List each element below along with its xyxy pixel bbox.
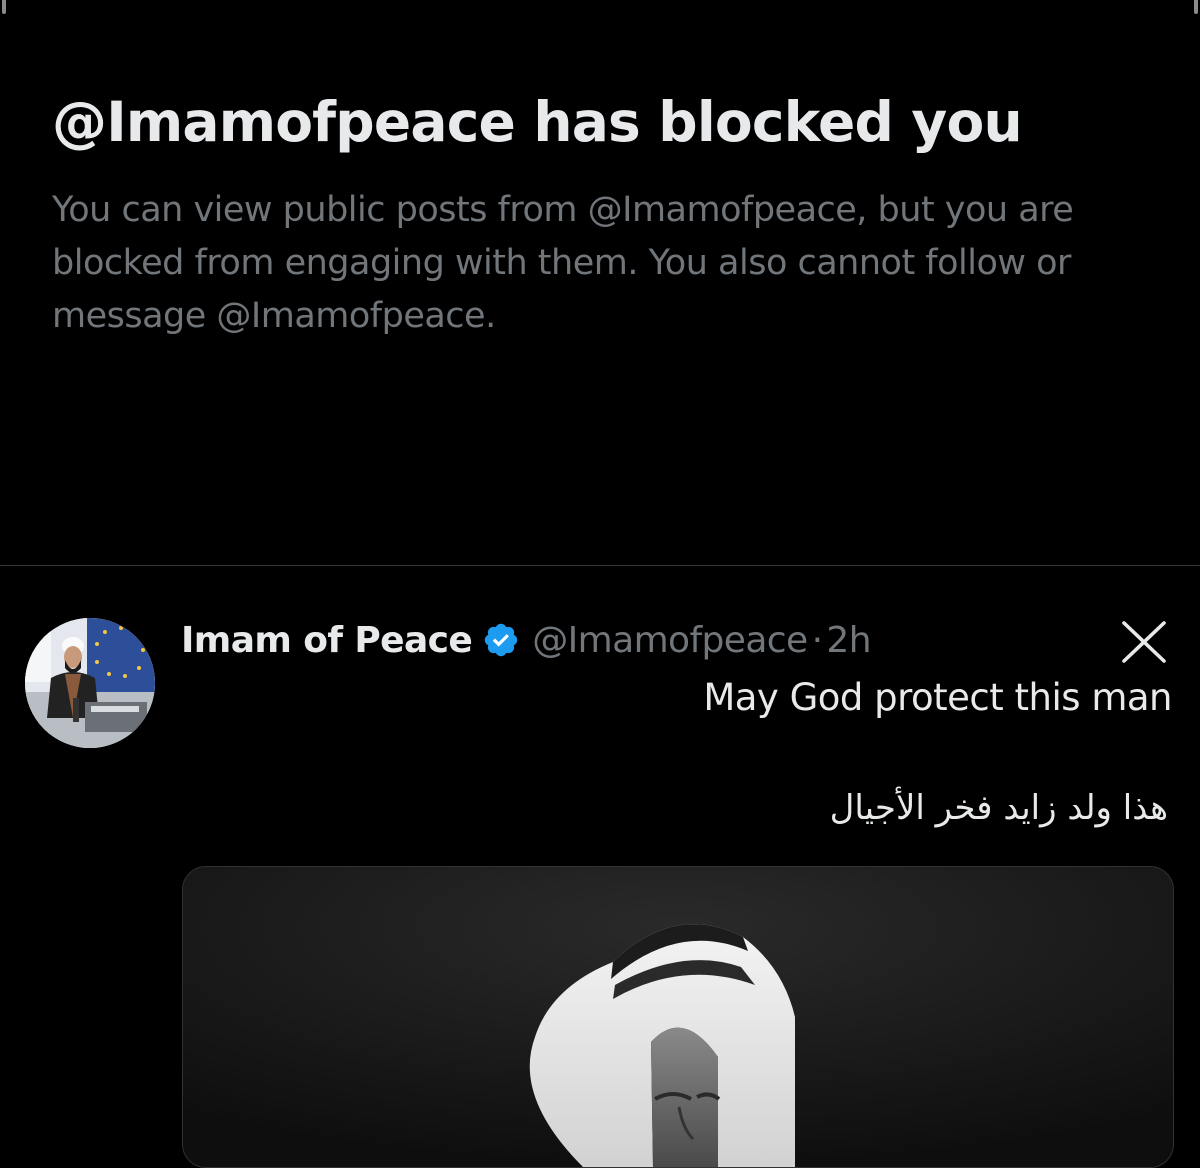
status-indicator	[1194, 0, 1198, 14]
blocked-description: You can view public posts from @Imamofpe…	[52, 190, 1074, 336]
blocked-title: @Imamofpeace has blocked you	[52, 90, 1023, 154]
avatar-image	[25, 618, 155, 748]
close-icon[interactable]	[1118, 620, 1170, 664]
author-name[interactable]: Imam of Peace	[181, 620, 473, 661]
status-bar-edge	[0, 0, 1200, 18]
post-text-arabic: هذا ولد زايد فخر الأجيال	[829, 788, 1168, 828]
post-header: Imam of Peace @Imamofpeace · 2h	[181, 614, 872, 666]
post-media[interactable]	[182, 866, 1174, 1168]
avatar[interactable]	[25, 618, 155, 748]
verified-badge-icon	[482, 621, 520, 659]
post-text-english: May God protect this man	[703, 676, 1172, 719]
blocked-notice: @Imamofpeace has blocked you You can vie…	[52, 88, 1152, 343]
post-timestamp[interactable]: 2h	[826, 620, 871, 661]
author-handle[interactable]: @Imamofpeace	[532, 620, 808, 661]
meta-separator: ·	[811, 619, 823, 661]
status-indicator	[2, 0, 6, 14]
post[interactable]: Imam of Peace @Imamofpeace · 2h May God …	[0, 566, 1200, 1168]
post-image	[183, 867, 1173, 1167]
